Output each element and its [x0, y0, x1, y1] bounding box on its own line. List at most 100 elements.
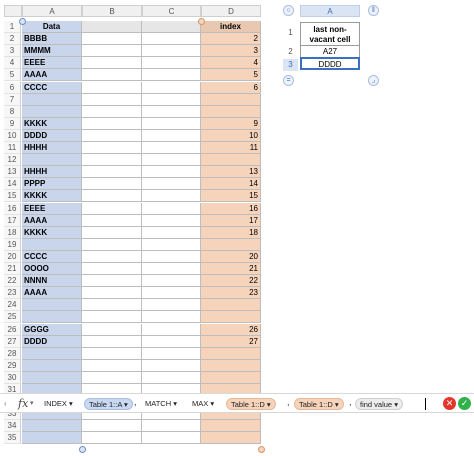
side-cell-a3-selected[interactable]: DDDD: [300, 57, 360, 70]
row-header[interactable]: 25: [4, 311, 21, 323]
cell-d[interactable]: 14: [201, 178, 261, 190]
cell-d[interactable]: 10: [201, 130, 261, 142]
cell-a[interactable]: [22, 311, 82, 323]
cell-a[interactable]: AAAA: [22, 215, 82, 227]
cell-d[interactable]: [201, 420, 261, 432]
cell-c[interactable]: [142, 336, 201, 348]
corner-cell[interactable]: [4, 5, 22, 17]
row-header[interactable]: 22: [4, 275, 21, 287]
row-header[interactable]: 29: [4, 360, 21, 372]
cell-b[interactable]: [82, 142, 142, 154]
column-header-a[interactable]: A: [22, 5, 82, 17]
side-row-3-label[interactable]: 3: [283, 59, 298, 71]
cell-a[interactable]: NNNN: [22, 275, 82, 287]
cell-c[interactable]: [142, 324, 201, 336]
cell-b[interactable]: [82, 203, 142, 215]
cell-a[interactable]: [22, 94, 82, 106]
cell-a[interactable]: HHHH: [22, 166, 82, 178]
cell-d[interactable]: 17: [201, 215, 261, 227]
cell-c[interactable]: [142, 263, 201, 275]
cell-b[interactable]: [82, 154, 142, 166]
cell-d[interactable]: [201, 239, 261, 251]
cell-d[interactable]: 15: [201, 190, 261, 202]
side-header-cell[interactable]: last non-vacant cell: [300, 22, 360, 46]
cell-d[interactable]: [201, 360, 261, 372]
cell-a[interactable]: EEEE: [22, 57, 82, 69]
cell-c[interactable]: [142, 57, 201, 69]
cell-a[interactable]: [22, 372, 82, 384]
cell-d[interactable]: [201, 299, 261, 311]
cell-d[interactable]: [201, 372, 261, 384]
cell-b[interactable]: [82, 94, 142, 106]
cell-b[interactable]: [82, 82, 142, 94]
cell-b[interactable]: [82, 118, 142, 130]
cell-d[interactable]: 27: [201, 336, 261, 348]
header-cell-d[interactable]: index: [201, 21, 261, 33]
row-header[interactable]: 13: [4, 166, 21, 178]
cell-c[interactable]: [142, 275, 201, 287]
selection-handle-bottom-a[interactable]: [79, 446, 86, 453]
cell-d[interactable]: [201, 348, 261, 360]
cell-a[interactable]: [22, 239, 82, 251]
cell-a[interactable]: GGGG: [22, 324, 82, 336]
row-header[interactable]: 14: [4, 178, 21, 190]
cell-b[interactable]: [82, 275, 142, 287]
cell-d[interactable]: [201, 154, 261, 166]
row-header[interactable]: 6: [4, 82, 21, 94]
cell-c[interactable]: [142, 432, 201, 444]
cell-c[interactable]: [142, 118, 201, 130]
cell-d[interactable]: 5: [201, 69, 261, 81]
row-header[interactable]: 23: [4, 287, 21, 299]
cell-d[interactable]: 18: [201, 227, 261, 239]
row-header[interactable]: 28: [4, 348, 21, 360]
selection-handle-top-right[interactable]: [198, 18, 205, 25]
cell-b[interactable]: [82, 360, 142, 372]
row-header[interactable]: 3: [4, 45, 21, 57]
cell-d[interactable]: [201, 432, 261, 444]
cell-b[interactable]: [82, 432, 142, 444]
cell-b[interactable]: [82, 45, 142, 57]
row-header[interactable]: 4: [4, 57, 21, 69]
cell-d[interactable]: 22: [201, 275, 261, 287]
cell-b[interactable]: [82, 33, 142, 45]
reference-table1-a[interactable]: Table 1::A ▾: [84, 398, 133, 410]
row-header[interactable]: 7: [4, 94, 21, 106]
row-header[interactable]: 27: [4, 336, 21, 348]
row-header[interactable]: 20: [4, 251, 21, 263]
table-options-icon[interactable]: ○: [283, 5, 294, 16]
check-icon[interactable]: ✓: [458, 397, 471, 410]
cell-a[interactable]: AAAA: [22, 287, 82, 299]
cell-c[interactable]: [142, 287, 201, 299]
side-row-1-label[interactable]: 1: [283, 28, 298, 37]
cell-c[interactable]: [142, 215, 201, 227]
cell-d[interactable]: 21: [201, 263, 261, 275]
cell-a[interactable]: DDDD: [22, 336, 82, 348]
row-header[interactable]: 12: [4, 154, 21, 166]
header-cell-a[interactable]: Data: [22, 21, 82, 33]
cell-a[interactable]: [22, 432, 82, 444]
selection-handle-bottom-d[interactable]: [258, 446, 265, 453]
cell-d[interactable]: 9: [201, 118, 261, 130]
cell-a[interactable]: [22, 420, 82, 432]
cell-c[interactable]: [142, 33, 201, 45]
reference-table1-d-1[interactable]: Table 1::D ▾: [226, 398, 276, 410]
cell-b[interactable]: [82, 287, 142, 299]
chevron-left-icon[interactable]: ‹: [4, 399, 7, 408]
cell-a[interactable]: HHHH: [22, 142, 82, 154]
row-header[interactable]: 24: [4, 299, 21, 311]
row-header[interactable]: 2: [4, 33, 21, 45]
cell-b[interactable]: [82, 215, 142, 227]
cell-b[interactable]: [82, 130, 142, 142]
cell-a[interactable]: [22, 154, 82, 166]
row-header[interactable]: 15: [4, 190, 21, 202]
cell-d[interactable]: 6: [201, 82, 261, 94]
cell-c[interactable]: [142, 190, 201, 202]
cell-b[interactable]: [82, 69, 142, 81]
function-max[interactable]: MAX ▾: [188, 398, 218, 410]
pause-icon[interactable]: ‖: [368, 5, 379, 16]
add-row-icon[interactable]: =: [283, 75, 294, 86]
cell-d[interactable]: 3: [201, 45, 261, 57]
cell-a[interactable]: AAAA: [22, 69, 82, 81]
row-header[interactable]: 35: [4, 432, 21, 444]
cell-b[interactable]: [82, 251, 142, 263]
